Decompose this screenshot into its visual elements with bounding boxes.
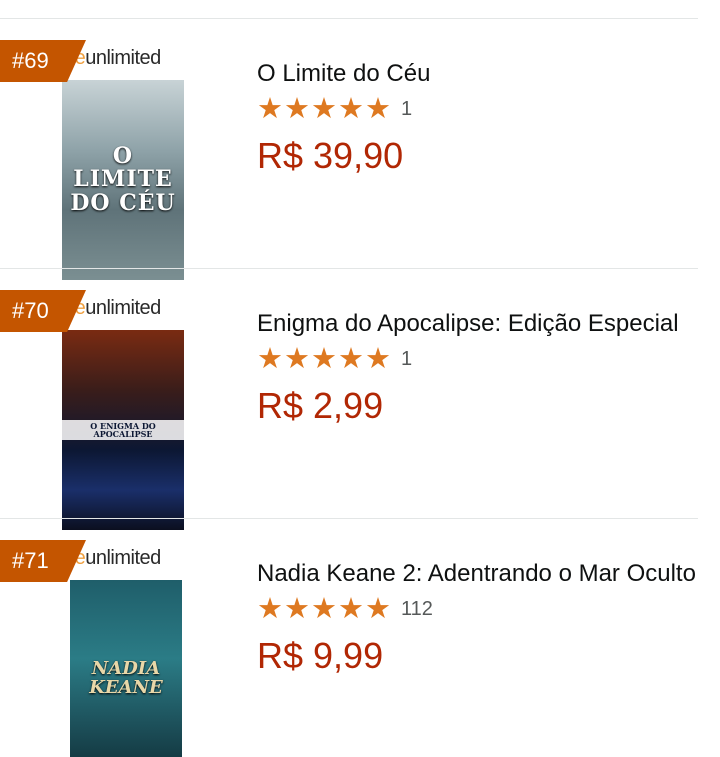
cover-title-text: O LIMITE DO CÉU xyxy=(70,143,176,216)
book-cover-image[interactable]: NADIA KEANE xyxy=(70,580,182,757)
star-icon: ★ xyxy=(338,93,364,125)
product-title[interactable]: O Limite do Céu xyxy=(257,56,697,92)
cover-title-text: NADIA KEANE xyxy=(89,657,163,698)
product-price: R$ 39,90 xyxy=(257,135,404,176)
rating-row[interactable]: ★ ★ ★ ★ ★ 1 xyxy=(257,342,697,376)
star-icon: ★ xyxy=(284,93,310,125)
divider xyxy=(0,268,698,269)
product-title[interactable]: Enigma do Apocalipse: Edição Especial xyxy=(257,306,697,342)
star-icon: ★ xyxy=(311,343,337,375)
rating-count: 1 xyxy=(401,97,413,120)
rating-count: 1 xyxy=(401,347,413,370)
rating-count: 112 xyxy=(401,597,433,620)
star-icon: ★ xyxy=(257,593,283,625)
divider xyxy=(0,518,698,519)
star-icon: ★ xyxy=(338,343,364,375)
cover-title-text: O ENIGMA DO APOCALIPSE xyxy=(62,419,184,441)
product-price: R$ 9,99 xyxy=(257,635,384,676)
rating-row[interactable]: ★ ★ ★ ★ ★ 112 xyxy=(257,592,697,626)
star-icon: ★ xyxy=(365,593,391,625)
star-rating: ★ ★ ★ ★ ★ xyxy=(257,344,391,374)
star-icon: ★ xyxy=(365,343,391,375)
star-icon: ★ xyxy=(257,343,283,375)
book-cover-image[interactable]: O ENIGMA DO APOCALIPSE xyxy=(62,330,184,530)
star-icon: ★ xyxy=(284,343,310,375)
product-item-71[interactable]: #71 dleunlimited NADIA KEANE Nadia Keane… xyxy=(0,540,720,757)
star-rating: ★ ★ ★ ★ ★ xyxy=(257,94,391,124)
book-cover-image[interactable]: O LIMITE DO CÉU xyxy=(62,80,184,280)
star-icon: ★ xyxy=(338,593,364,625)
star-icon: ★ xyxy=(311,93,337,125)
product-title[interactable]: Nadia Keane 2: Adentrando o Mar Oculto xyxy=(257,556,697,592)
product-item-69[interactable]: #69 dleunlimited O LIMITE DO CÉU O Limit… xyxy=(0,40,720,290)
divider-top xyxy=(0,18,698,19)
star-icon: ★ xyxy=(365,93,391,125)
product-item-70[interactable]: #70 dleunlimited O ENIGMA DO APOCALIPSE … xyxy=(0,290,720,540)
star-rating: ★ ★ ★ ★ ★ xyxy=(257,594,391,624)
star-icon: ★ xyxy=(311,593,337,625)
star-icon: ★ xyxy=(284,593,310,625)
rating-row[interactable]: ★ ★ ★ ★ ★ 1 xyxy=(257,92,697,126)
product-price: R$ 2,99 xyxy=(257,385,384,426)
star-icon: ★ xyxy=(257,93,283,125)
